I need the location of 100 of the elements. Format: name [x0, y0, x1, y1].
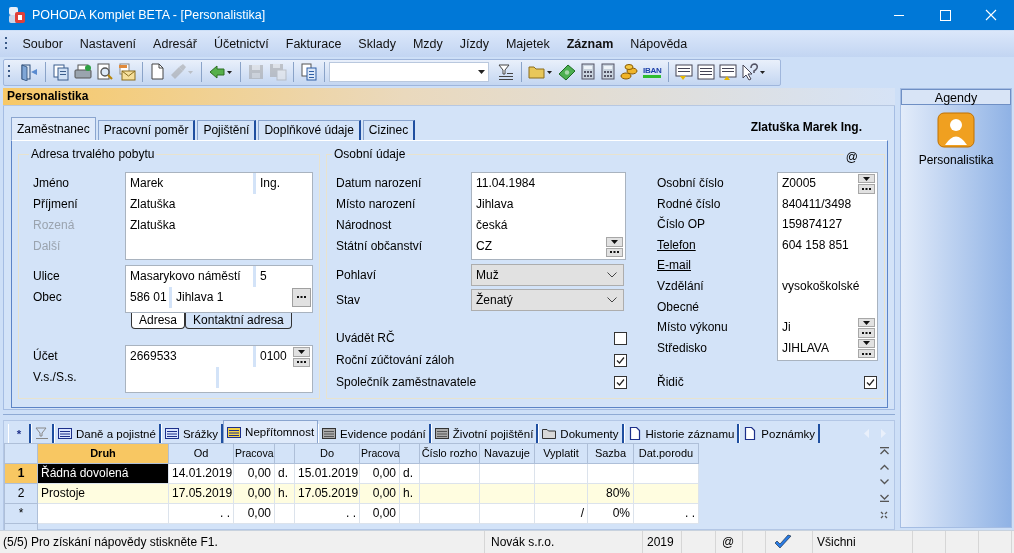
tab[interactable]: Historie záznamu — [623, 424, 740, 443]
menu-item[interactable]: Jízdy — [451, 37, 498, 51]
filter-icon[interactable] — [497, 63, 515, 81]
tab[interactable]: Životní pojištění — [430, 424, 539, 443]
input-field[interactable]: vysokoškolské — [778, 275, 877, 297]
tab[interactable]: * — [8, 424, 31, 443]
more-button[interactable] — [292, 288, 311, 307]
input-field[interactable]: 2669533 — [126, 346, 256, 367]
tab[interactable]: Pracovní poměr — [97, 120, 196, 140]
column-header[interactable]: Vyplatit — [534, 443, 588, 464]
column-header[interactable]: Pracova — [233, 443, 275, 464]
dropdown-button[interactable] — [858, 338, 875, 349]
tab[interactable]: Pojištění — [197, 120, 257, 140]
tab[interactable] — [31, 424, 54, 443]
input-field[interactable]: Jihlava 1 — [172, 287, 291, 308]
more-button[interactable] — [858, 184, 875, 194]
agenda-item[interactable]: Personalistika — [918, 153, 994, 167]
input-field[interactable]: 11.04.1984 — [472, 173, 625, 194]
last-record-icon[interactable] — [879, 494, 889, 502]
menu-item[interactable]: Sklady — [349, 37, 405, 51]
select-field[interactable]: Muž — [471, 264, 624, 286]
dropdown-button[interactable] — [293, 347, 310, 357]
copy-icon[interactable] — [300, 63, 318, 81]
tab[interactable]: Doplňkové údaje — [258, 120, 361, 140]
tab[interactable]: Daně a pojistné — [54, 424, 161, 443]
checkbox[interactable] — [864, 375, 877, 389]
list-icon[interactable] — [719, 63, 738, 81]
first-record-icon[interactable] — [879, 447, 889, 455]
input-field[interactable]: 159874127 — [778, 214, 877, 235]
menu-item[interactable]: Soubor — [14, 37, 72, 51]
menu-item[interactable]: Adresář — [144, 37, 206, 51]
input-field[interactable]: Z0005 — [778, 173, 858, 194]
link[interactable]: E-mail — [657, 255, 777, 276]
checkbox[interactable] — [614, 331, 627, 345]
column-header[interactable]: Pracova — [359, 443, 400, 464]
next-record-icon[interactable] — [879, 479, 889, 485]
input-field[interactable]: 840411/3498 — [778, 193, 877, 215]
tab[interactable]: Srážky — [160, 424, 224, 443]
input-field[interactable]: Jihlava — [472, 194, 625, 215]
tab[interactable]: Adresa — [131, 313, 186, 329]
input-field[interactable]: 586 01 — [126, 287, 172, 308]
envelope-icon[interactable] — [118, 63, 136, 81]
input-field[interactable]: JIHLAVA — [778, 337, 858, 359]
door-icon[interactable] — [19, 63, 39, 81]
document-icon[interactable] — [149, 63, 165, 81]
folder-icon[interactable] — [528, 63, 554, 81]
dropdown-button[interactable] — [858, 174, 875, 184]
menu-item[interactable]: Záznam — [558, 37, 622, 51]
arrow-left-icon[interactable] — [208, 63, 234, 81]
more-button[interactable] — [858, 328, 875, 338]
calculator-icon[interactable] — [580, 63, 596, 81]
select-field[interactable]: Ženatý — [471, 289, 624, 311]
column-header[interactable]: Do — [294, 443, 360, 464]
column-header[interactable]: Dat.porodu — [633, 443, 699, 464]
menu-item[interactable]: Majetek — [497, 37, 559, 51]
checkbox[interactable] — [614, 375, 627, 389]
link[interactable]: Telefon — [657, 234, 777, 256]
menu-item[interactable]: Mzdy — [404, 37, 452, 51]
input-field[interactable]: 604 158 851 — [778, 234, 877, 256]
printer-icon[interactable] — [74, 63, 92, 81]
menu-item[interactable]: Nastavení — [71, 37, 145, 51]
menu-item[interactable]: Účetnictví — [205, 37, 278, 51]
row-header-cell[interactable]: 1 — [4, 463, 38, 484]
tab[interactable]: Poznámky — [739, 424, 821, 443]
tab[interactable]: Nepřítomnost — [223, 420, 319, 443]
preview-icon[interactable] — [96, 63, 114, 81]
column-header[interactable]: Navazuje — [479, 443, 535, 464]
tab[interactable]: Zaměstnanec — [11, 117, 96, 140]
input-field[interactable]: Ing. — [256, 173, 312, 194]
input-field[interactable]: česká — [472, 215, 625, 236]
row-header-cell[interactable]: 2 — [4, 483, 38, 504]
previous-record-icon[interactable] — [879, 464, 889, 470]
help-pointer-icon[interactable] — [741, 63, 768, 81]
more-button[interactable] — [606, 247, 623, 257]
column-header[interactable]: Od — [168, 443, 234, 464]
input-field[interactable]: Marek — [126, 173, 256, 194]
more-button[interactable] — [293, 357, 310, 367]
row-header-cell[interactable]: * — [4, 503, 38, 524]
input-field[interactable]: 0100 — [256, 346, 293, 367]
column-header[interactable]: Druh — [37, 443, 169, 464]
column-header[interactable]: Číslo rozho — [419, 443, 480, 464]
dropdown-button[interactable] — [858, 318, 875, 328]
documents-icon[interactable] — [52, 63, 70, 81]
list-icon[interactable] — [697, 63, 716, 81]
coins-icon[interactable] — [620, 63, 638, 81]
list-icon[interactable] — [675, 63, 694, 81]
input-field[interactable]: Zlatuška — [126, 194, 312, 215]
tab[interactable]: Cizinec — [362, 120, 416, 140]
tab[interactable]: Kontaktní adresa — [185, 313, 292, 329]
column-header[interactable]: Sazba — [587, 443, 634, 464]
iban-button[interactable]: IBAN — [643, 66, 662, 78]
input-field[interactable]: 5 — [256, 266, 312, 287]
tab[interactable]: Evidence podání — [318, 424, 431, 443]
more-button[interactable] — [858, 349, 875, 359]
collapse-icon[interactable] — [880, 511, 888, 519]
tab[interactable]: Dokumenty — [538, 424, 624, 443]
dropdown-button[interactable] — [606, 237, 623, 247]
banknote-icon[interactable] — [558, 63, 576, 81]
menu-item[interactable]: Fakturace — [277, 37, 350, 51]
calculator-icon[interactable] — [600, 63, 616, 81]
